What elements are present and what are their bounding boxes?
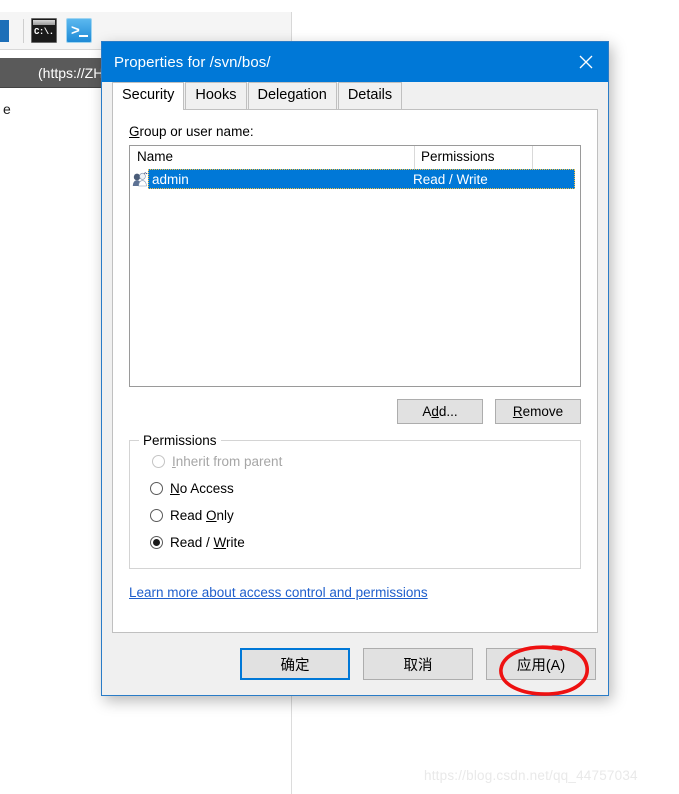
add-label-pre: A	[422, 404, 432, 419]
add-label-mnemonic: d	[431, 404, 439, 419]
tab-hooks[interactable]: Hooks	[185, 82, 247, 109]
remove-label-post: emove	[522, 404, 564, 419]
add-label-post: d...	[438, 404, 458, 419]
group-or-user-name-label: Group or user name:	[129, 124, 581, 139]
cell-name: admin	[152, 171, 189, 187]
add-button[interactable]: Add...	[397, 399, 483, 424]
radio-inherit-label: nherit from parent	[175, 454, 283, 469]
powershell-icon[interactable]	[66, 18, 92, 43]
radio-circle-selected-icon	[150, 536, 163, 549]
table-row[interactable]: admin Read / Write	[130, 169, 580, 189]
background-content-text: e	[3, 101, 11, 117]
tab-details[interactable]: Details	[337, 82, 403, 109]
learn-more-link[interactable]: Learn more about access control and perm…	[129, 585, 428, 600]
ok-button[interactable]: 确定	[240, 648, 350, 680]
group-label-rest: roup or user name:	[139, 124, 254, 139]
radio-no-access-label: o Access	[179, 481, 234, 496]
users-group-icon	[130, 171, 148, 187]
close-icon[interactable]	[563, 42, 608, 82]
permissions-group-title: Permissions	[139, 433, 221, 448]
permissions-group-box: Permissions Inherit from parent No Acces…	[129, 433, 581, 569]
list-action-buttons: Add... Remove	[129, 399, 581, 424]
cmd-icon[interactable]	[31, 18, 57, 43]
radio-inherit-from-parent: Inherit from parent	[130, 448, 580, 475]
radio-read-write-mnemonic: W	[213, 535, 227, 550]
column-header-name[interactable]: Name	[130, 146, 415, 169]
radio-read-write-post: rite	[226, 535, 245, 550]
table-row-selected-content[interactable]: admin Read / Write	[148, 169, 575, 189]
radio-circle-icon	[150, 482, 163, 495]
security-tab-panel: Group or user name: Name Permissions adm…	[112, 109, 598, 633]
radio-read-only-pre: Read	[170, 508, 207, 523]
apply-button[interactable]: 应用(A)	[486, 648, 596, 680]
remove-button[interactable]: Remove	[495, 399, 581, 424]
group-label-mnemonic: G	[129, 124, 140, 139]
cancel-button[interactable]: 取消	[363, 648, 473, 680]
tab-delegation[interactable]: Delegation	[247, 82, 337, 109]
properties-dialog: Properties for /svn/bos/ Security Hooks …	[101, 41, 609, 696]
toolbar-separator	[23, 18, 24, 43]
tab-strip: Security Hooks Delegation Details	[102, 82, 608, 110]
radio-read-only-post: nly	[216, 508, 234, 523]
radio-circle-icon	[150, 509, 163, 522]
user-list-box[interactable]: Name Permissions admin Read / Write	[129, 145, 581, 387]
remove-label-mnemonic: R	[512, 404, 523, 419]
list-header-row: Name Permissions	[130, 146, 580, 169]
dialog-footer: 确定 取消 应用(A)	[102, 633, 608, 695]
column-header-permissions[interactable]: Permissions	[415, 146, 533, 169]
radio-no-access-mnemonic: N	[170, 481, 180, 496]
watermark: https://blog.csdn.net/qq_44757034	[424, 768, 638, 783]
dialog-title-bar: Properties for /svn/bos/	[102, 42, 608, 82]
dialog-title: Properties for /svn/bos/	[114, 53, 271, 71]
column-header-filler	[533, 146, 580, 169]
cell-permissions: Read / Write	[413, 171, 488, 187]
tab-security[interactable]: Security	[112, 82, 185, 110]
radio-read-write[interactable]: Read / Write	[130, 529, 580, 556]
radio-no-access[interactable]: No Access	[130, 475, 580, 502]
radio-read-only-mnemonic: O	[206, 508, 217, 523]
radio-read-write-pre: Read /	[170, 535, 214, 550]
radio-read-only[interactable]: Read Only	[130, 502, 580, 529]
radio-circle-icon	[152, 455, 165, 468]
toolbar-icon-fragment	[0, 19, 9, 42]
